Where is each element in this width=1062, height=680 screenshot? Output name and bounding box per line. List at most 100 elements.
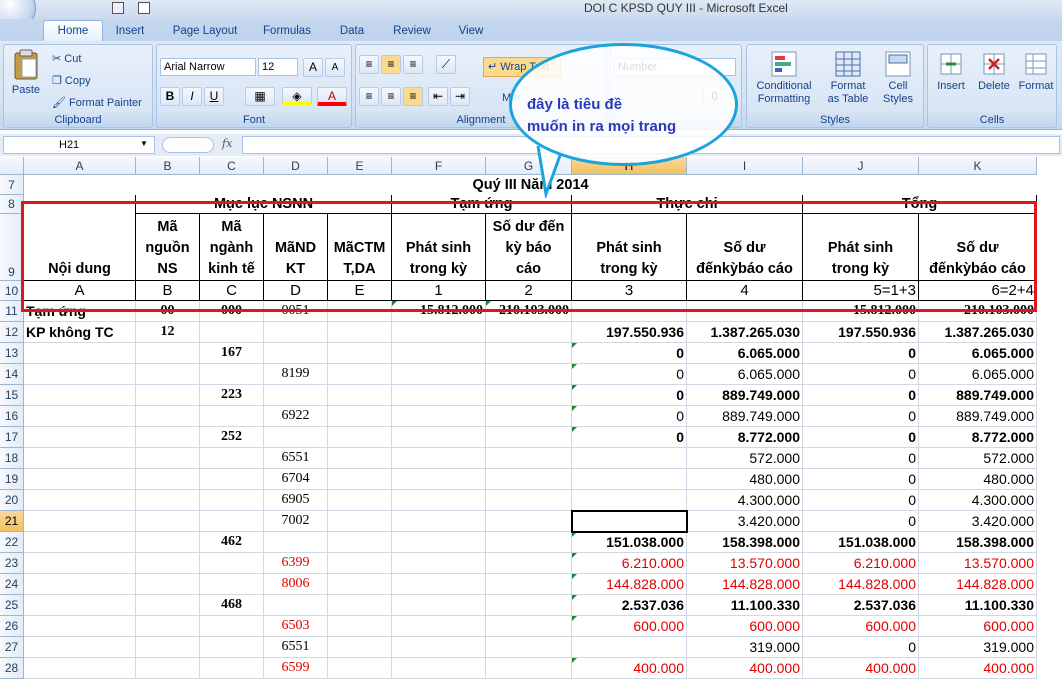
column-header-d[interactable]: D bbox=[264, 157, 328, 175]
cell-f25[interactable] bbox=[392, 595, 486, 616]
cell-j16[interactable]: 0 bbox=[803, 406, 919, 427]
selected-cell-h21[interactable] bbox=[571, 510, 688, 533]
insert-function-icon[interactable]: fx bbox=[222, 137, 232, 150]
cell-d14[interactable]: 8199 bbox=[264, 364, 328, 385]
tab-formulas[interactable]: Formulas bbox=[256, 21, 318, 41]
cell-k25[interactable]: 11.100.330 bbox=[919, 595, 1037, 616]
orientation-button[interactable]: ⟋ bbox=[436, 55, 456, 74]
cell-e15[interactable] bbox=[328, 385, 392, 406]
cell-c14[interactable] bbox=[200, 364, 264, 385]
cell-d19[interactable]: 6704 bbox=[264, 469, 328, 490]
cell-k16[interactable]: 889.749.000 bbox=[919, 406, 1037, 427]
cell-f28[interactable] bbox=[392, 658, 486, 679]
cell-f16[interactable] bbox=[392, 406, 486, 427]
cell-i25[interactable]: 11.100.330 bbox=[687, 595, 803, 616]
cell-j28[interactable]: 400.000 bbox=[803, 658, 919, 679]
row-header-17[interactable]: 17 bbox=[0, 427, 24, 448]
cell-i22[interactable]: 158.398.000 bbox=[687, 532, 803, 553]
cell-i17[interactable]: 8.772.000 bbox=[687, 427, 803, 448]
cell-b20[interactable] bbox=[136, 490, 200, 511]
cell-f13[interactable] bbox=[392, 343, 486, 364]
cell-b16[interactable] bbox=[136, 406, 200, 427]
cell-f22[interactable] bbox=[392, 532, 486, 553]
cell-j23[interactable]: 6.210.000 bbox=[803, 553, 919, 574]
cell-k18[interactable]: 572.000 bbox=[919, 448, 1037, 469]
cell-j20[interactable]: 0 bbox=[803, 490, 919, 511]
row-header-9[interactable]: 9 bbox=[0, 214, 24, 281]
index-cell-f[interactable]: 1 bbox=[392, 281, 486, 301]
column-header-c[interactable]: C bbox=[200, 157, 264, 175]
cell-j22[interactable]: 151.038.000 bbox=[803, 532, 919, 553]
format-painter-button[interactable]: 🖌 Format Painter bbox=[52, 97, 142, 110]
cell-k20[interactable]: 4.300.000 bbox=[919, 490, 1037, 511]
cell-a21[interactable] bbox=[24, 511, 136, 532]
cell-d22[interactable] bbox=[264, 532, 328, 553]
cell-k26[interactable]: 600.000 bbox=[919, 616, 1037, 637]
cell-c27[interactable] bbox=[200, 637, 264, 658]
index-cell-i[interactable]: 4 bbox=[687, 281, 803, 301]
cell-f19[interactable] bbox=[392, 469, 486, 490]
cell-g12[interactable] bbox=[486, 322, 572, 343]
cell-g14[interactable] bbox=[486, 364, 572, 385]
worksheet-grid[interactable]: A B C D E F G H I J K 7 8 9 10 11 12 13 14 15 16 17 18 19 20 21 22… bbox=[0, 157, 1062, 680]
cell-h13[interactable]: 0 bbox=[572, 343, 687, 364]
cell-i14[interactable]: 6.065.000 bbox=[687, 364, 803, 385]
cell-i11[interactable] bbox=[687, 301, 803, 322]
cell-a18[interactable] bbox=[24, 448, 136, 469]
cell-b25[interactable] bbox=[136, 595, 200, 616]
cell-c19[interactable] bbox=[200, 469, 264, 490]
italic-button[interactable]: I bbox=[182, 87, 202, 106]
cell-h28[interactable]: 400.000 bbox=[572, 658, 687, 679]
cell-i28[interactable]: 400.000 bbox=[687, 658, 803, 679]
cell-j25[interactable]: 2.537.036 bbox=[803, 595, 919, 616]
format-cells-button[interactable]: Format bbox=[1016, 51, 1056, 93]
cell-f11[interactable]: 15.812.000 bbox=[392, 301, 486, 322]
cell-g17[interactable] bbox=[486, 427, 572, 448]
cell-c28[interactable] bbox=[200, 658, 264, 679]
cell-d12[interactable] bbox=[264, 322, 328, 343]
column-header-f[interactable]: F bbox=[392, 157, 486, 175]
cell-c13[interactable]: 167 bbox=[200, 343, 264, 364]
row-header-22[interactable]: 22 bbox=[0, 532, 24, 553]
cell-g21[interactable] bbox=[486, 511, 572, 532]
row-header-19[interactable]: 19 bbox=[0, 469, 24, 490]
align-bottom-button[interactable]: ≡ bbox=[403, 55, 423, 74]
cell-h24[interactable]: 144.828.000 bbox=[572, 574, 687, 595]
cell-i26[interactable]: 600.000 bbox=[687, 616, 803, 637]
cell-k14[interactable]: 6.065.000 bbox=[919, 364, 1037, 385]
column-header-i[interactable]: I bbox=[687, 157, 803, 175]
row-header-10[interactable]: 10 bbox=[0, 281, 24, 301]
cell-i20[interactable]: 4.300.000 bbox=[687, 490, 803, 511]
cell-e26[interactable] bbox=[328, 616, 392, 637]
cell-d25[interactable] bbox=[264, 595, 328, 616]
cell-k24[interactable]: 144.828.000 bbox=[919, 574, 1037, 595]
row-header-27[interactable]: 27 bbox=[0, 637, 24, 658]
cell-h19[interactable] bbox=[572, 469, 687, 490]
cell-i15[interactable]: 889.749.000 bbox=[687, 385, 803, 406]
cell-i18[interactable]: 572.000 bbox=[687, 448, 803, 469]
cell-e20[interactable] bbox=[328, 490, 392, 511]
cell-h12[interactable]: 197.550.936 bbox=[572, 322, 687, 343]
cell-h18[interactable] bbox=[572, 448, 687, 469]
tab-review[interactable]: Review bbox=[387, 21, 437, 41]
shrink-font-button[interactable]: A bbox=[325, 58, 345, 77]
cell-a24[interactable] bbox=[24, 574, 136, 595]
cell-a16[interactable] bbox=[24, 406, 136, 427]
row-header-14[interactable]: 14 bbox=[0, 364, 24, 385]
cell-j18[interactable]: 0 bbox=[803, 448, 919, 469]
index-cell-k[interactable]: 6=2+4 bbox=[919, 281, 1037, 301]
row-header-28[interactable]: 28 bbox=[0, 658, 24, 679]
save-icon[interactable] bbox=[112, 2, 124, 14]
cell-b11[interactable]: 00 bbox=[136, 301, 200, 322]
row-header-24[interactable]: 24 bbox=[0, 574, 24, 595]
cell-h15[interactable]: 0 bbox=[572, 385, 687, 406]
name-box-dropdown-icon[interactable]: ▼ bbox=[140, 139, 148, 148]
column-header-e[interactable]: E bbox=[328, 157, 392, 175]
column-header-k[interactable]: K bbox=[919, 157, 1037, 175]
cell-h26[interactable]: 600.000 bbox=[572, 616, 687, 637]
cell-e24[interactable] bbox=[328, 574, 392, 595]
row-header-23[interactable]: 23 bbox=[0, 553, 24, 574]
cell-c24[interactable] bbox=[200, 574, 264, 595]
cell-k27[interactable]: 319.000 bbox=[919, 637, 1037, 658]
select-all-corner[interactable] bbox=[0, 157, 24, 175]
